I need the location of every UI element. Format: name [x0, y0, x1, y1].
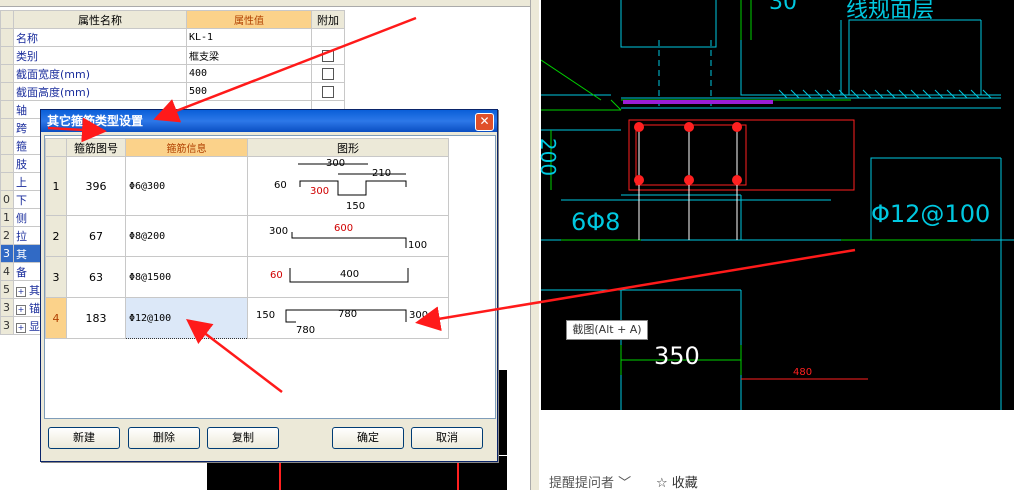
- arrow-to-dialog-title: [153, 16, 417, 123]
- annotation-arrows: [47, 16, 856, 393]
- arrow-to-shape: [415, 248, 856, 332]
- arrow-under-title: [47, 117, 107, 143]
- arrow-to-info: [186, 318, 283, 393]
